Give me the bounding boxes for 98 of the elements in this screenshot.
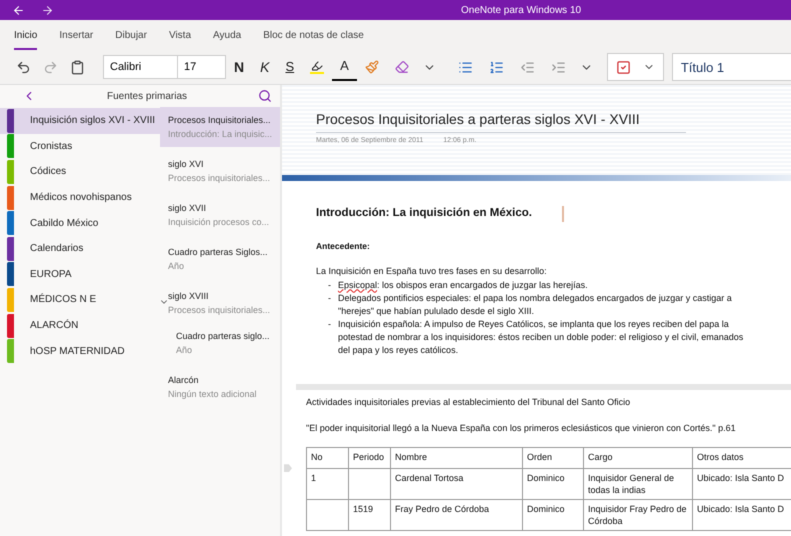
column-header: Periodo	[348, 448, 390, 468]
underline-button[interactable]: S	[277, 53, 302, 81]
row-handle-icon	[284, 464, 292, 472]
table-cell: Dominico	[522, 468, 584, 500]
column-header: No	[306, 448, 348, 468]
section-item[interactable]: Cabildo México	[0, 210, 160, 236]
notebook-title: Fuentes primarias	[106, 90, 188, 104]
page-item[interactable]: siglo XVIII Procesos inquisitoriales...	[160, 283, 280, 323]
page-preview: Año	[176, 344, 194, 357]
page-title: siglo XVII	[168, 202, 208, 215]
section-item[interactable]: Cronistas	[0, 134, 160, 160]
ribbon-tab[interactable]: Vista	[168, 28, 192, 50]
page-title: siglo XVIII	[168, 290, 210, 303]
table-cell	[348, 468, 390, 500]
ribbon-tab[interactable]: Ayuda	[213, 28, 242, 50]
table-cell: Dominico	[522, 499, 584, 530]
forward-icon	[41, 4, 54, 16]
page-preview: Procesos inquisitoriales...	[168, 172, 272, 185]
redo-icon	[43, 60, 58, 74]
table-cell	[306, 499, 348, 530]
table-cell: Cardenal Tortosa	[390, 468, 522, 500]
section-item[interactable]: Calendarios	[0, 236, 160, 262]
page-title: Cuadro parteras Siglos...	[168, 246, 269, 259]
table-cell: 1519	[348, 499, 390, 530]
page-item[interactable]: Alarcón Ningún texto adicional	[160, 367, 280, 407]
section-label: Códices	[30, 165, 66, 180]
ribbon-tab[interactable]: Dibujar	[115, 28, 147, 50]
back-icon	[12, 4, 25, 16]
ribbon-tab[interactable]: Insertar	[59, 28, 94, 50]
undo-icon	[16, 60, 31, 74]
caption: Actividades inquisitoriales previas al establecimiento del Tribunal del Santo Oficio	[306, 396, 632, 410]
section-label: Calendarios	[30, 242, 84, 256]
section-item[interactable]: hOSP MATERNIDAD	[0, 338, 160, 364]
highlighter-icon	[310, 60, 324, 74]
section-item[interactable]: Códices	[0, 159, 160, 185]
section-item[interactable]: EUROPA	[0, 262, 160, 288]
page-title: Procesos Inquisitoriales a parteras siglos XVI - XVIII	[316, 109, 686, 133]
section-label: MÉDICOS N E	[30, 292, 96, 308]
section-label: Inquisición siglos XVI - XVIII	[30, 114, 156, 128]
bullet-list-icon	[458, 60, 473, 74]
list-item: - Epsicopal: los obispos eran encargados de juzgar las herejías.	[327, 278, 589, 292]
section-label: Cronistas	[30, 140, 72, 154]
page-preview: Introducción: La inquisic...	[168, 128, 274, 141]
section-label: EUROPA	[30, 268, 72, 282]
tag-button[interactable]	[606, 53, 664, 81]
page-preview: Año	[168, 260, 186, 273]
list-item: - Inquisición española: A impulso de Reyes Católicos, se implanta que los reyes reciben del papa la potestad de nombrar a los inquisidores: éstos reciben un doble poder: el religioso y el civil, emanados del papa y los reyes católicos.	[327, 318, 744, 356]
table-cell: 1	[306, 468, 348, 500]
section-label: hOSP MATERNIDAD	[30, 344, 125, 359]
search-icon	[258, 89, 272, 103]
font-color-button[interactable]: A	[332, 53, 357, 81]
page-preview: Inquisición procesos co...	[168, 216, 270, 229]
heading: Introducción: La inquisición en México.	[316, 206, 532, 221]
section-label: ALARCÓN	[30, 318, 78, 334]
page-title: Alarcón	[168, 374, 200, 387]
page-preview: Ningún texto adicional	[168, 388, 258, 401]
section-label: Médicos novohispanos	[30, 191, 132, 206]
section-item[interactable]: Médicos novohispanos	[0, 184, 160, 210]
section-label: Cabildo México	[30, 216, 98, 231]
font-field[interactable]: Calibri	[103, 55, 178, 79]
window-title: OneNote para Windows 10	[461, 4, 582, 18]
page-title: Procesos Inquisitoriales...	[168, 114, 272, 127]
page-item[interactable]: Cuadro parteras siglo... Año	[160, 323, 280, 363]
section-item[interactable]: Inquisición siglos XVI - XVIII	[0, 108, 160, 134]
clipboard-icon	[70, 60, 85, 74]
brush-icon	[364, 60, 379, 74]
ribbon-tab[interactable]: Bloc de notas de clase	[263, 28, 364, 50]
page-item[interactable]: Procesos Inquisitoriales... Introducción: La inquisic...	[160, 107, 280, 147]
numbered-list-icon	[488, 60, 504, 74]
search-button[interactable]	[258, 89, 272, 103]
style-field[interactable]: Título 1	[672, 53, 791, 81]
indent-icon	[550, 60, 566, 74]
outdent-icon	[520, 60, 535, 74]
italic-button[interactable]: K	[252, 53, 278, 81]
paragraph: La Inquisición en España tuvo tres fases en su desarrollo:	[316, 265, 548, 278]
page-title: Cuadro parteras siglo...	[176, 330, 271, 343]
bold-button[interactable]: N	[226, 53, 252, 81]
list-item: - Delegados pontificios especiales: el papa los nombra delegados encargados de juzgar y castigar a "herejes" que habían pululado desde el siglo XIII.	[327, 292, 733, 318]
page-item[interactable]: siglo XVI Procesos inquisitoriales...	[160, 151, 280, 191]
table-cell: Inquisidor General de todas la indias	[584, 468, 692, 500]
column-header: Nombre	[390, 448, 522, 468]
page-item[interactable]: siglo XVII Inquisición procesos co...	[160, 195, 280, 235]
table-cell: Inquisidor Fray Pedro de Córdoba	[584, 499, 692, 530]
section-item[interactable]: ALARCÓN	[0, 312, 160, 338]
page-title: siglo XVI	[168, 158, 205, 171]
page-item[interactable]: Cuadro parteras Siglos... Año	[160, 239, 280, 279]
checkbox-icon	[616, 60, 631, 74]
eraser-icon	[394, 60, 409, 74]
page-preview: Procesos inquisitoriales...	[168, 304, 272, 317]
column-header: Otros datos	[692, 448, 791, 468]
section-item[interactable]: MÉDICOS N E	[0, 287, 160, 313]
column-header: Cargo	[584, 448, 692, 468]
subheading: Antecedente:	[316, 240, 371, 253]
quote: "El poder inquisitorial llegó a la Nueva España con los primeros eclesiásticos que vinieron con Cortés." p.61	[306, 422, 737, 435]
column-header: Orden	[522, 448, 584, 468]
font-size-field[interactable]: 17	[178, 55, 226, 79]
ribbon-tab[interactable]: Inicio	[14, 28, 38, 50]
table-cell: Fray Pedro de Córdoba	[390, 499, 522, 530]
